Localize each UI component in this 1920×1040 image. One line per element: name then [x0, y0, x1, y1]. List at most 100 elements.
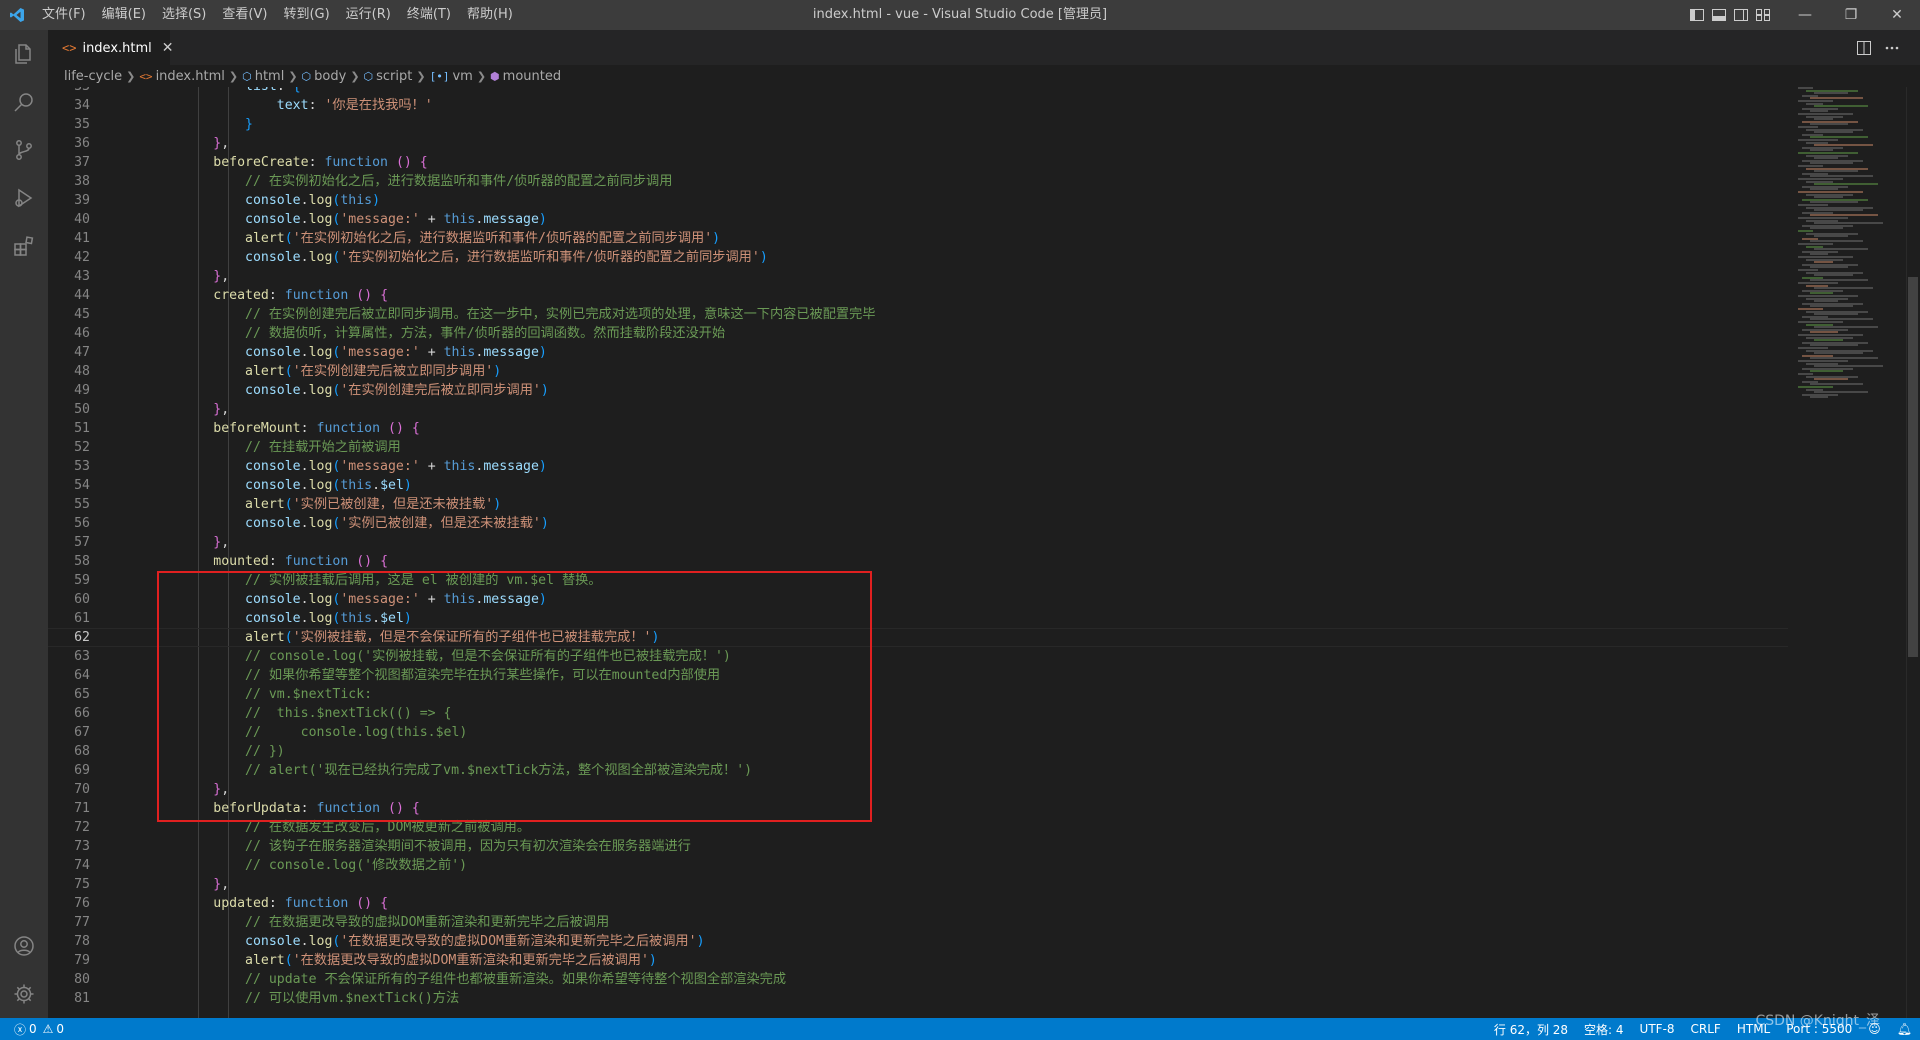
code-token: ): [540, 516, 549, 531]
menu-terminal[interactable]: 终端(T): [399, 0, 459, 30]
code-line[interactable]: 77 // 在数据更改导致的虚拟DOM重新渲染和更新完毕之后被调用: [48, 913, 1788, 932]
code-line[interactable]: 81 // 可以使用vm.$nextTick()方法: [48, 989, 1788, 1008]
breadcrumb-file[interactable]: index.html: [156, 69, 225, 84]
line-number: 78: [74, 934, 90, 949]
code-line[interactable]: 37 beforeCreate: function () {: [48, 153, 1788, 172]
source-control-icon[interactable]: [0, 126, 48, 174]
code-token: '在实例初始化之后，进行数据监听和事件/侦听器的配置之前同步调用': [292, 231, 713, 246]
menu-run[interactable]: 运行(R): [338, 0, 399, 30]
code-line[interactable]: 56 console.log('实例已被创建，但是还未被挂载'): [48, 514, 1788, 533]
code-line[interactable]: 52 // 在挂载开始之前被调用: [48, 438, 1788, 457]
breadcrumb-html[interactable]: html: [255, 69, 285, 84]
tab-close-icon[interactable]: ✕: [162, 40, 174, 56]
code-line[interactable]: 40 console.log('message:' + this.message…: [48, 210, 1788, 229]
close-window-button[interactable]: ✕: [1874, 0, 1920, 30]
explorer-icon[interactable]: [0, 30, 48, 78]
line-code: // this.$nextTick(() => {: [118, 704, 451, 723]
code-line[interactable]: 71 beforUpdata: function () {: [48, 799, 1788, 818]
menu-selection[interactable]: 选择(S): [154, 0, 214, 30]
code-line[interactable]: 39 console.log(this): [48, 191, 1788, 210]
cursor-position[interactable]: 行 62，列 28: [1494, 1021, 1568, 1038]
minimize-button[interactable]: —: [1782, 0, 1828, 30]
code-line[interactable]: 65 // vm.$nextTick:: [48, 685, 1788, 704]
customize-layout-icon[interactable]: [1752, 0, 1774, 30]
settings-gear-icon[interactable]: [0, 970, 48, 1018]
toggle-primary-sidebar-icon[interactable]: [1686, 0, 1708, 30]
code-line[interactable]: 53 console.log('message:' + this.message…: [48, 457, 1788, 476]
code-line[interactable]: 80 // update 不会保证所有的子组件也都被重新渲染。如果你希望等待整个…: [48, 970, 1788, 989]
line-number: 57: [74, 535, 90, 550]
code-line[interactable]: 66 // this.$nextTick(() => {: [48, 704, 1788, 723]
breadcrumb-vm[interactable]: vm: [452, 69, 472, 84]
toggle-secondary-sidebar-icon[interactable]: [1730, 0, 1752, 30]
code-line[interactable]: 75 },: [48, 875, 1788, 894]
menu-file[interactable]: 文件(F): [34, 0, 94, 30]
code-line[interactable]: 43 },: [48, 267, 1788, 286]
code-line[interactable]: 54 console.log(this.$el): [48, 476, 1788, 495]
toggle-panel-icon[interactable]: [1708, 0, 1730, 30]
accounts-icon[interactable]: [0, 922, 48, 970]
tab-index-html[interactable]: <> index.html ✕: [48, 30, 174, 65]
extensions-icon[interactable]: [0, 222, 48, 270]
code-line[interactable]: 63 // console.log('实例被挂载，但是不会保证所有的子组件也已被…: [48, 647, 1788, 666]
code-line[interactable]: 41 alert('在实例初始化之后，进行数据监听和事件/侦听器的配置之前同步调…: [48, 229, 1788, 248]
menu-view[interactable]: 查看(V): [214, 0, 275, 30]
code-editor[interactable]: 33 list: {34 text: '你是在找我吗！'35 }36 },37 …: [48, 87, 1920, 1018]
encoding[interactable]: UTF-8: [1640, 1022, 1675, 1036]
code-line[interactable]: 60 console.log('message:' + this.message…: [48, 590, 1788, 609]
search-icon[interactable]: [0, 78, 48, 126]
code-token: // console.log('修改数据之前'): [245, 858, 468, 873]
code-line[interactable]: 62 alert('实例被挂载，但是不会保证所有的子组件也已被挂载完成！'): [48, 628, 1788, 647]
code-line[interactable]: 68 // }): [48, 742, 1788, 761]
more-actions-icon[interactable]: [1878, 30, 1906, 65]
code-line[interactable]: 67 // console.log(this.$el): [48, 723, 1788, 742]
code-line[interactable]: 70 },: [48, 780, 1788, 799]
code-line[interactable]: 64 // 如果你希望等整个视图都渲染完毕在执行某些操作，可以在mounted内…: [48, 666, 1788, 685]
code-line[interactable]: 55 alert('实例已被创建，但是还未被挂载'): [48, 495, 1788, 514]
code-line[interactable]: 36 },: [48, 134, 1788, 153]
code-line[interactable]: 38 // 在实例初始化之后，进行数据监听和事件/侦听器的配置之前同步调用: [48, 172, 1788, 191]
code-line[interactable]: 74 // console.log('修改数据之前'): [48, 856, 1788, 875]
breadcrumb-mounted[interactable]: mounted: [503, 69, 561, 84]
code-line[interactable]: 76 updated: function () {: [48, 894, 1788, 913]
minimap[interactable]: [1796, 87, 1906, 1018]
maximize-button[interactable]: ❐: [1828, 0, 1874, 30]
code-line[interactable]: 44 created: function () {: [48, 286, 1788, 305]
breadcrumb-body[interactable]: body: [314, 69, 346, 84]
split-editor-icon[interactable]: [1850, 30, 1878, 65]
code-line[interactable]: 51 beforeMount: function () {: [48, 419, 1788, 438]
indentation[interactable]: 空格: 4: [1584, 1021, 1624, 1038]
code-line[interactable]: 47 console.log('message:' + this.message…: [48, 343, 1788, 362]
code-line[interactable]: 78 console.log('在数据更改导致的虚拟DOM重新渲染和更新完毕之后…: [48, 932, 1788, 951]
menu-help[interactable]: 帮助(H): [459, 0, 521, 30]
breadcrumb-script[interactable]: script: [376, 69, 412, 84]
scrollbar-thumb[interactable]: [1908, 277, 1918, 657]
code-line[interactable]: 50 },: [48, 400, 1788, 419]
code-line[interactable]: 34 text: '你是在找我吗！': [48, 96, 1788, 115]
menu-go[interactable]: 转到(G): [275, 0, 337, 30]
code-line[interactable]: 45 // 在实例创建完后被立即同步调用。在这一步中，实例已完成对选项的处理，意…: [48, 305, 1788, 324]
code-line[interactable]: 46 // 数据侦听，计算属性，方法，事件/侦听器的回调函数。然而挂载阶段还没开…: [48, 324, 1788, 343]
code-token: this: [443, 592, 476, 607]
code-line[interactable]: 35 }: [48, 115, 1788, 134]
code-line[interactable]: 61 console.log(this.$el): [48, 609, 1788, 628]
code-line[interactable]: 72 // 在数据发生改变后，DOM被更新之前被调用。: [48, 818, 1788, 837]
code-line[interactable]: 57 },: [48, 533, 1788, 552]
code-line[interactable]: 48 alert('在实例创建完后被立即同步调用'): [48, 362, 1788, 381]
run-debug-icon[interactable]: [0, 174, 48, 222]
code-line[interactable]: 49 console.log('在实例创建完后被立即同步调用'): [48, 381, 1788, 400]
end-of-line[interactable]: CRLF: [1691, 1022, 1721, 1036]
menu-edit[interactable]: 编辑(E): [94, 0, 154, 30]
code-line[interactable]: 73 // 该钩子在服务器渲染期间不被调用，因为只有初次渲染会在服务器端进行: [48, 837, 1788, 856]
problems-indicator[interactable]: ⓧ 0 ⚠ 0: [0, 1021, 64, 1038]
vertical-scrollbar[interactable]: [1906, 87, 1920, 1018]
code-line[interactable]: 58 mounted: function () {: [48, 552, 1788, 571]
code-line[interactable]: 69 // alert('现在已经执行完成了vm.$nextTick方法，整个视…: [48, 761, 1788, 780]
code-line[interactable]: 42 console.log('在实例初始化之后，进行数据监听和事件/侦听器的配…: [48, 248, 1788, 267]
notifications-bell-icon[interactable]: 🔔︎: [1897, 1022, 1912, 1036]
code-line[interactable]: 79 alert('在数据更改导致的虚拟DOM重新渲染和更新完毕之后被调用'): [48, 951, 1788, 970]
code-line[interactable]: 33 list: {: [48, 87, 1788, 96]
code-line[interactable]: 59 // 实例被挂载后调用，这是 el 被创建的 vm.$el 替换。: [48, 571, 1788, 590]
breadcrumb-folder[interactable]: life-cycle: [64, 69, 122, 84]
